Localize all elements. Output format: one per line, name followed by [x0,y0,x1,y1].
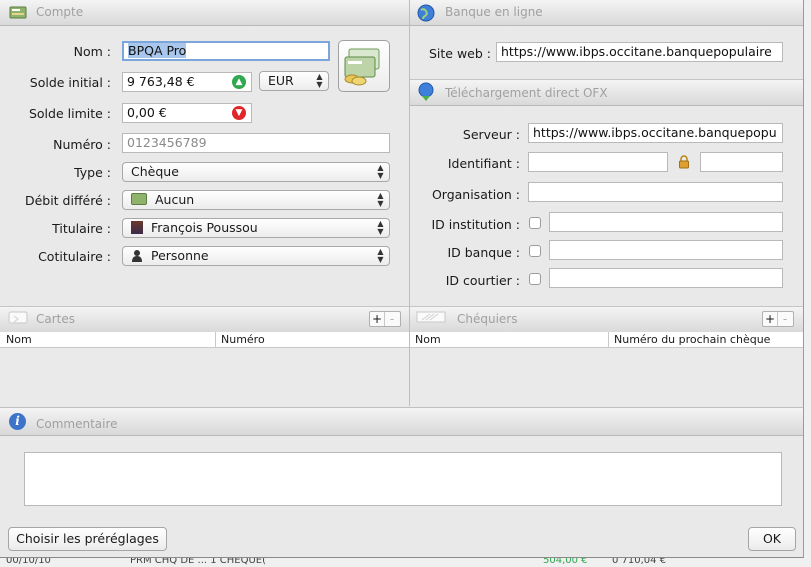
id-banque-field[interactable] [549,240,783,260]
chequiers-table[interactable] [410,348,803,406]
id-courtier-checkbox[interactable] [529,273,541,285]
id-courtier-label: ID courtier : [445,273,520,288]
cartes-column-header: Nom Numéro [0,332,409,348]
commentaire-textarea[interactable] [24,452,782,506]
identifiant-field[interactable] [528,152,668,172]
identifiant-label: Identifiant : [447,156,520,171]
commentaire-title: Commentaire [36,417,118,431]
serveur-label: Serveur : [462,127,520,142]
chevron-updown-icon: ▲ ▼ [377,191,384,208]
numero-label: Numéro : [53,137,111,152]
numero-field[interactable]: 0123456789 [122,133,390,153]
background-row-date: 00/10/10 [6,558,51,566]
site-web-value: https://www.ibps.occitane.banquepopulair… [501,44,772,59]
chequiers-remove-button[interactable]: - [777,312,792,326]
increase-arrow-icon: ▲ [232,75,246,89]
commentaire-header [0,407,803,436]
solde-initial-value: 9 763,48 € [127,74,195,89]
account-icon [9,4,27,21]
background-row: 00/10/10 PRM CHQ DE ... 1 CHEQUE( 504,00… [0,558,811,567]
presets-button[interactable]: Choisir les préréglages [8,527,167,551]
cartes-table[interactable] [0,348,409,406]
ok-button-label: OK [762,531,782,546]
lock-icon [678,155,690,172]
password-field[interactable] [700,152,783,172]
id-institution-field[interactable] [549,212,783,232]
nom-label: Nom : [73,44,111,59]
nom-field[interactable]: BPQA Pro [122,41,330,61]
chequiers-title: Chéquiers [457,312,518,326]
user-photo-icon [131,221,143,234]
cartes-add-remove: + - [369,311,401,327]
site-web-field[interactable]: https://www.ibps.occitane.banquepopulair… [496,42,783,62]
globe-icon [417,4,435,22]
solde-initial-label: Solde initial : [29,75,111,90]
numero-placeholder: 0123456789 [127,135,207,150]
col-separator [215,332,216,347]
card-icon [8,310,28,327]
decrease-arrow-icon: ▼ [232,106,246,120]
background-row-balance: 0 710,04 € [612,558,667,566]
organisation-label: Organisation : [431,187,520,202]
chevron-updown-icon: ▲ ▼ [316,72,323,89]
ok-button[interactable]: OK [748,527,796,551]
chequiers-col-nom[interactable]: Nom [415,332,441,347]
id-banque-checkbox[interactable] [529,245,541,257]
serveur-field[interactable]: https://www.ibps.occitane.banquepopu [528,123,783,143]
currency-select[interactable]: EUR ▲ ▼ [259,71,329,91]
wallet-icon [131,193,147,205]
chevron-updown-icon: ▲ ▼ [377,219,384,236]
titulaire-select[interactable]: François Poussou ▲ ▼ [122,218,390,238]
chevron-updown-icon: ▲ ▼ [377,163,384,180]
cotitulaire-label: Cotitulaire : [38,249,111,264]
id-courtier-field[interactable] [549,268,783,288]
cartes-remove-button[interactable]: - [384,312,399,326]
titulaire-label: Titulaire : [52,221,111,236]
organisation-field[interactable] [528,182,783,202]
solde-limite-label: Solde limite : [28,106,111,121]
nom-value: BPQA Pro [128,43,187,58]
currency-value: EUR [268,73,294,88]
ofx-title: Téléchargement direct OFX [445,86,608,100]
chequiers-add-remove: + - [762,311,794,327]
debit-value: Aucun [154,192,195,207]
serveur-value: https://www.ibps.occitane.banquepopu [533,125,777,140]
background-row-text: PRM CHQ DE ... 1 CHEQUE( [130,558,267,566]
cartes-add-button[interactable]: + [370,312,384,326]
debit-label: Débit différé : [24,193,111,208]
cartes-col-nom[interactable]: Nom [6,332,32,347]
presets-button-label: Choisir les préréglages [16,531,159,546]
chequiers-column-header: Nom Numéro du prochain chèque [410,332,803,348]
banque-title: Banque en ligne [445,5,543,19]
cotitulaire-value: Personne [150,248,209,263]
info-icon: i [9,413,26,430]
person-icon [131,249,143,265]
chevron-updown-icon: ▲ ▼ [377,247,384,264]
type-select[interactable]: Chèque ▲ ▼ [122,162,390,182]
download-globe-icon [417,82,435,101]
site-web-label: Site web : [428,46,491,61]
cartes-col-numero[interactable]: Numéro [221,332,265,347]
cotitulaire-select[interactable]: Personne ▲ ▼ [122,246,390,266]
col-separator [608,332,609,347]
titulaire-value: François Poussou [150,220,258,235]
cartes-title: Cartes [36,312,76,326]
chequiers-add-button[interactable]: + [763,312,777,326]
debit-select[interactable]: Aucun ▲ ▼ [122,190,390,210]
id-institution-label: ID institution : [431,217,520,232]
checkbook-icon [416,310,446,327]
compte-title: Compte [36,5,84,19]
account-image-button[interactable] [338,40,390,92]
type-label: Type : [74,165,111,180]
bank-cards-icon [344,48,380,86]
id-institution-checkbox[interactable] [529,217,541,229]
background-row-amount: 504,00 € [543,558,588,566]
account-sheet: Compte Banque en ligne Nom : BPQA Pro So… [0,0,804,558]
solde-limite-value: 0,00 € [127,105,167,120]
chequiers-col-next[interactable]: Numéro du prochain chèque [614,332,770,347]
id-banque-label: ID banque : [447,245,520,260]
type-value: Chèque [131,164,179,179]
